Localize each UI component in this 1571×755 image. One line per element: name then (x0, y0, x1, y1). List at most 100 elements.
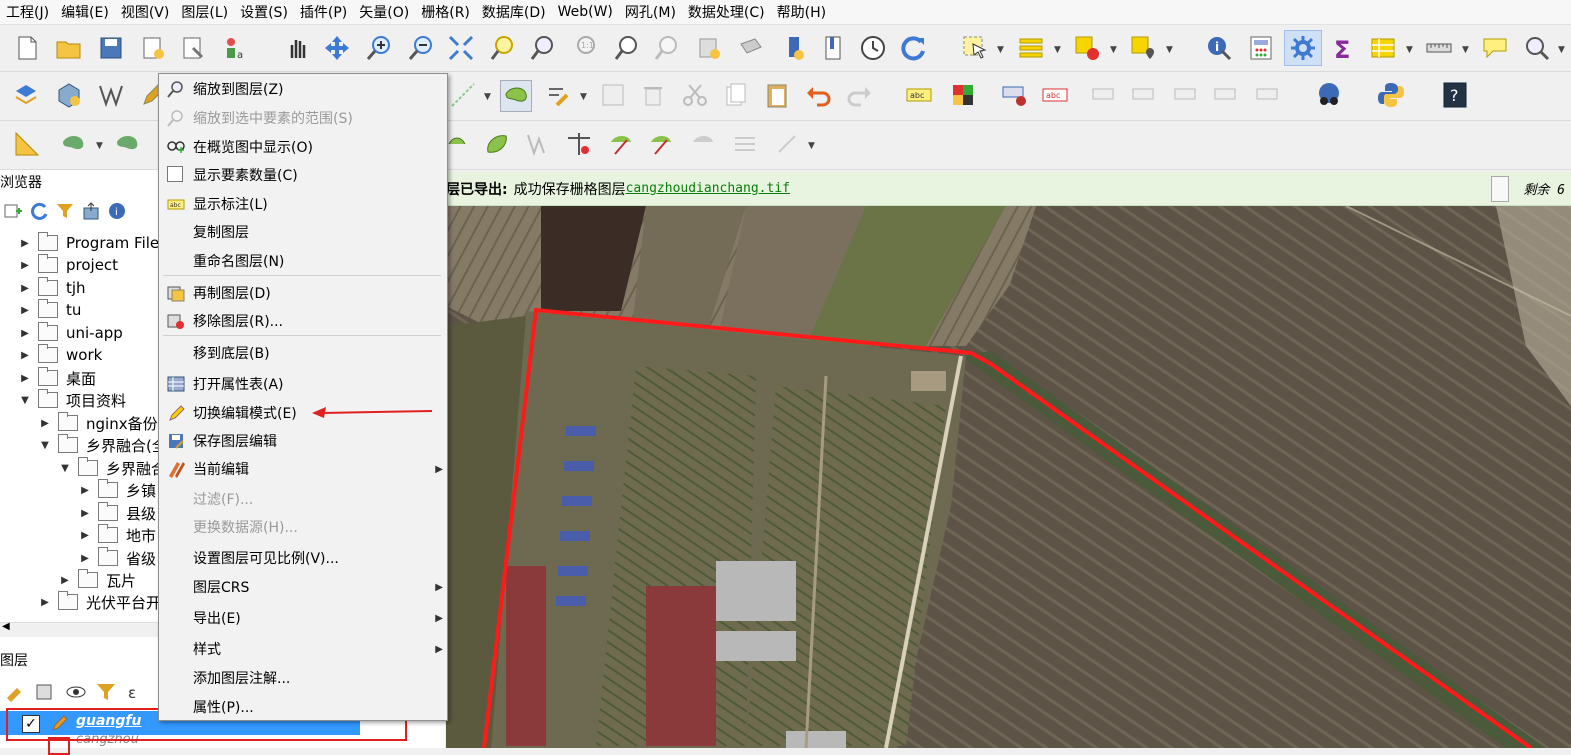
location-dropdown-icon[interactable]: ▼ (1166, 45, 1173, 55)
bookmark-icon[interactable] (818, 33, 848, 63)
processing-toolbox-icon[interactable] (1284, 30, 1322, 66)
context-menu-item[interactable]: 属性(P)... (159, 694, 447, 720)
collapsed-arrow-icon[interactable]: ▶ (18, 328, 32, 339)
context-menu-item[interactable]: 保存图层编辑 (159, 428, 447, 454)
message-close-button[interactable] (1491, 175, 1509, 202)
zoom-full-icon[interactable] (446, 33, 476, 63)
filter-expression-icon[interactable]: ε (126, 682, 146, 702)
browser-tree-item[interactable]: ▶ project (18, 254, 118, 276)
menu-item[interactable]: 帮助(H) (771, 2, 832, 22)
attribute-table-dropdown-icon[interactable]: ▼ (1406, 45, 1413, 55)
browser-tree-item[interactable]: ▶ Program Files (18, 232, 167, 254)
browser-tree-item[interactable]: ▶ 省级 (78, 547, 156, 569)
context-menu-item[interactable]: 图层CRS ▶ (159, 574, 447, 600)
context-menu-item[interactable]: 在概览图中显示(O) (159, 134, 447, 160)
attribute-table-icon[interactable] (1368, 33, 1398, 63)
change-label-icon[interactable] (1212, 80, 1242, 110)
menu-item[interactable]: 编辑(E) (55, 2, 115, 22)
delete-selected-icon[interactable] (638, 80, 668, 110)
advanced-dropdown-icon[interactable]: ▼ (580, 92, 587, 102)
expanded-arrow-icon[interactable]: ▼ (38, 440, 52, 451)
zoom-native-icon[interactable]: 1:1 (570, 33, 600, 63)
properties-info-icon[interactable]: i (108, 202, 126, 220)
browser-tree-item[interactable]: ▼ 项目资料 (18, 389, 126, 411)
shape-digitize-icon[interactable] (500, 80, 532, 112)
zoom-to-layer-icon[interactable] (528, 33, 558, 63)
shape-move-dropdown-icon[interactable]: ▼ (96, 141, 103, 151)
refresh-browser-icon[interactable] (30, 202, 48, 220)
collapsed-arrow-icon[interactable]: ▶ (78, 530, 92, 541)
context-menu-item[interactable]: 打开属性表(A) (159, 371, 447, 397)
open-project-icon[interactable] (54, 33, 84, 63)
map-tips-icon[interactable] (1480, 33, 1510, 63)
menu-item[interactable]: 矢量(O) (353, 2, 415, 22)
browser-tree-item[interactable]: ▶ 乡镇 (78, 479, 156, 501)
collapsed-arrow-icon[interactable]: ▶ (18, 238, 32, 249)
context-menu-item[interactable]: 过滤(F)... (159, 486, 447, 512)
collapsed-arrow-icon[interactable]: ▶ (78, 508, 92, 519)
split-parts-icon[interactable] (646, 129, 676, 159)
data-source-manager-icon[interactable] (12, 80, 42, 110)
browser-tree-item[interactable]: ▶ 桌面 (18, 367, 96, 389)
collapsed-arrow-icon[interactable]: ▶ (38, 418, 52, 429)
filter-layers-icon[interactable] (96, 682, 116, 702)
context-menu-item[interactable]: 导出(E) ▶ (159, 605, 447, 631)
paste-features-icon[interactable] (762, 80, 792, 110)
plugin-spy-icon[interactable] (1314, 80, 1344, 110)
collapsed-arrow-icon[interactable]: ▶ (58, 575, 72, 586)
context-menu-item[interactable]: 添加图层注解... (159, 665, 447, 691)
reshape-icon[interactable] (444, 129, 474, 159)
menu-item[interactable]: 数据库(D) (476, 2, 552, 22)
redo-icon[interactable] (844, 80, 874, 110)
move-label-icon[interactable] (1090, 80, 1120, 110)
vertex-dropdown-icon[interactable]: ▼ (484, 92, 491, 102)
rotate-point-icon[interactable] (772, 129, 802, 159)
browser-tree-item[interactable]: ▶ 瓦片 (58, 569, 136, 591)
zoom-next-icon[interactable] (652, 33, 682, 63)
deselect-dropdown-icon[interactable]: ▼ (1110, 45, 1117, 55)
browser-tree-item[interactable]: ▶ uni-app (18, 322, 123, 344)
merge-attributes-icon[interactable] (730, 129, 760, 159)
menu-item[interactable]: 设置(S) (234, 2, 294, 22)
edit-attributes-icon[interactable] (598, 80, 628, 110)
visibility-eye-icon[interactable] (66, 682, 86, 702)
highlight-label-icon[interactable]: abc (1040, 80, 1070, 110)
merge-features-icon[interactable] (688, 129, 718, 159)
context-menu-item[interactable]: 设置图层可见比例(V)... (159, 545, 447, 571)
clock-icon[interactable] (858, 33, 888, 63)
collapsed-arrow-icon[interactable]: ▶ (18, 350, 32, 361)
browser-tree-item[interactable]: ▶ nginx备份 (38, 412, 158, 434)
new-bookmark-icon[interactable] (694, 33, 724, 63)
offset-curve-icon[interactable] (482, 129, 512, 159)
collapsed-arrow-icon[interactable]: ▶ (78, 553, 92, 564)
measure-icon[interactable] (1424, 33, 1454, 63)
attribute-select-dropdown-icon[interactable]: ▼ (1054, 45, 1061, 55)
collapsed-arrow-icon[interactable]: ▶ (78, 485, 92, 496)
attribute-select-icon[interactable] (1016, 33, 1046, 63)
save-project-icon[interactable] (96, 33, 126, 63)
shape-move-icon[interactable] (58, 129, 88, 159)
pan-to-selection-icon[interactable] (322, 33, 352, 63)
message-link[interactable]: cangzhoudianchang.tif (626, 181, 790, 196)
context-menu-item[interactable]: 重命名图层(N) (159, 248, 447, 274)
split-features-icon[interactable] (606, 129, 636, 159)
collapsed-arrow-icon[interactable]: ▶ (18, 373, 32, 384)
browser-tree-item[interactable]: ▶ tu (18, 299, 81, 321)
collapsed-arrow-icon[interactable]: ▶ (18, 305, 32, 316)
collapsed-arrow-icon[interactable]: ▶ (38, 597, 52, 608)
undo-icon[interactable] (804, 80, 834, 110)
vertex-line-icon[interactable] (448, 80, 478, 110)
select-dropdown-icon[interactable]: ▼ (997, 45, 1004, 55)
feature-count-checkbox[interactable] (167, 166, 185, 184)
style-layer-icon[interactable] (4, 682, 24, 702)
statistics-icon[interactable]: Σ (1328, 33, 1358, 63)
collapse-all-icon[interactable] (82, 202, 100, 220)
context-menu-item[interactable]: 复制图层 (159, 219, 447, 245)
shape-rotate-icon[interactable] (112, 129, 142, 159)
menu-item[interactable]: 数据处理(C) (682, 2, 771, 22)
browser-tree-item[interactable]: ▶ tjh (18, 277, 86, 299)
context-menu-item[interactable]: 更换数据源(H)... (159, 514, 447, 540)
context-menu-item[interactable]: abc 显示标注(L) (159, 191, 447, 217)
zoom-out-icon[interactable] (406, 33, 436, 63)
expanded-arrow-icon[interactable]: ▼ (18, 395, 32, 406)
